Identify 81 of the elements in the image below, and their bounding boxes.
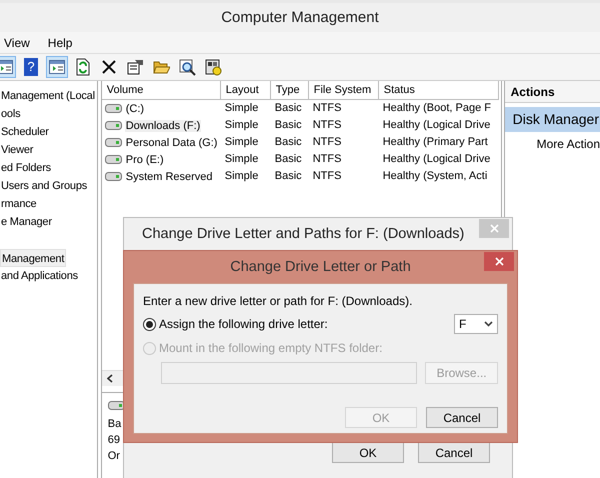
table-cell-text: Healthy (Primary Part (382, 135, 489, 150)
drive-icon (108, 401, 125, 410)
table-cell-text: Basic (274, 118, 303, 133)
actions-header: Actions (504, 81, 600, 103)
radio-option[interactable]: Assign the following drive letter: (143, 317, 328, 331)
table-cell-text: Healthy (Logical Drive (382, 118, 492, 133)
tree-item[interactable]: ed Folders (0, 159, 52, 177)
drive-icon (104, 172, 122, 181)
toolbar-button[interactable]: ? (20, 56, 42, 78)
drive-letter-dropdown[interactable]: F (454, 314, 498, 334)
column-header[interactable]: Volume (102, 81, 221, 100)
table-cell-text: NTFS (312, 152, 342, 167)
close-icon (490, 224, 498, 233)
tree-item[interactable]: Scheduler (0, 123, 50, 141)
drive-icon (104, 138, 122, 147)
dialog-title: Change Drive Letter or Path (230, 259, 411, 275)
table-cell-text: Basic (274, 152, 303, 167)
table-cell-text: Healthy (System, Acti (382, 169, 488, 184)
tree-item[interactable]: Viewer (0, 141, 34, 159)
table-cell-text: Simple (224, 169, 260, 184)
table-cell[interactable]: Personal Data (G:) (124, 136, 218, 148)
pane-icon (49, 60, 65, 74)
drive-icon (104, 104, 122, 113)
table-cell-text: Basic (274, 101, 303, 116)
tree-item[interactable]: Users and Groups (0, 177, 88, 195)
properties-icon (126, 59, 144, 75)
toolbar-button[interactable] (0, 56, 16, 78)
tree-item[interactable]: and Applications (0, 267, 79, 285)
close-icon (494, 257, 504, 266)
delete-icon (102, 60, 116, 74)
table-cell[interactable]: System Reserved (124, 170, 214, 182)
table-cell-text: Simple (224, 118, 260, 133)
dialog-button[interactable]: Cancel (418, 442, 490, 463)
prompt-text: Enter a new drive letter or path for F: (Downloads). (143, 293, 414, 309)
tree-item[interactable]: e Manager (0, 213, 53, 231)
table-cell-text: NTFS (312, 135, 342, 150)
action-item[interactable]: More Action (504, 132, 600, 157)
window-title: Computer Management (221, 9, 379, 26)
column-header[interactable]: Type (270, 81, 309, 100)
chevron-down-icon (484, 321, 493, 327)
toolbar-button[interactable] (46, 56, 68, 78)
table-cell-text: Basic (274, 135, 303, 150)
tree-item[interactable]: rmance (0, 195, 38, 213)
drive-icon (104, 121, 122, 130)
column-header[interactable]: Status (378, 81, 499, 100)
folder-icon (152, 60, 170, 74)
table-cell-text: Healthy (Logical Drive (382, 152, 492, 167)
disk-info-text: Or (108, 449, 120, 464)
table-cell-text: Simple (224, 135, 260, 150)
radio-button[interactable] (143, 318, 156, 330)
menu-item[interactable]: View (4, 36, 30, 50)
table-cell-text: NTFS (312, 118, 342, 133)
column-header[interactable]: File System (308, 81, 379, 100)
table-cell-text: NTFS (312, 101, 342, 116)
drive-icon (104, 155, 122, 164)
search-icon (178, 58, 196, 76)
disk-info-text: Ba (108, 417, 122, 432)
tree-item[interactable]: Management (0, 249, 66, 267)
dialog-button[interactable]: OK (332, 442, 404, 463)
action-item[interactable]: Disk Manager (504, 107, 600, 132)
tree-item[interactable]: ools (0, 105, 22, 123)
table-cell[interactable]: Pro (E:) (124, 154, 165, 166)
chevron-left-icon (106, 374, 113, 383)
table-cell[interactable]: Downloads (F:) (124, 120, 202, 132)
disk-info-text: 69 (108, 433, 120, 448)
tree-item[interactable]: Management (Local (0, 87, 96, 105)
column-header[interactable]: Layout (220, 81, 271, 100)
close-button[interactable] (484, 252, 514, 271)
pane-icon (0, 60, 13, 74)
table-cell-text: NTFS (312, 169, 342, 184)
table-cell[interactable]: (C:) (124, 102, 146, 114)
table-cell-text: Simple (224, 152, 260, 167)
table-cell-text: Healthy (Boot, Page F (382, 101, 492, 116)
refresh-icon (76, 58, 90, 76)
table-cell-text: Simple (224, 101, 260, 116)
dialog-title: Change Drive Letter and Paths for F: (Downloads) (142, 226, 464, 242)
settings-icon (204, 58, 222, 76)
help-icon: ? (24, 58, 38, 76)
menu-item[interactable]: Help (48, 36, 72, 50)
dialog-button[interactable]: Cancel (426, 407, 498, 428)
table-cell-text: Basic (274, 169, 303, 184)
